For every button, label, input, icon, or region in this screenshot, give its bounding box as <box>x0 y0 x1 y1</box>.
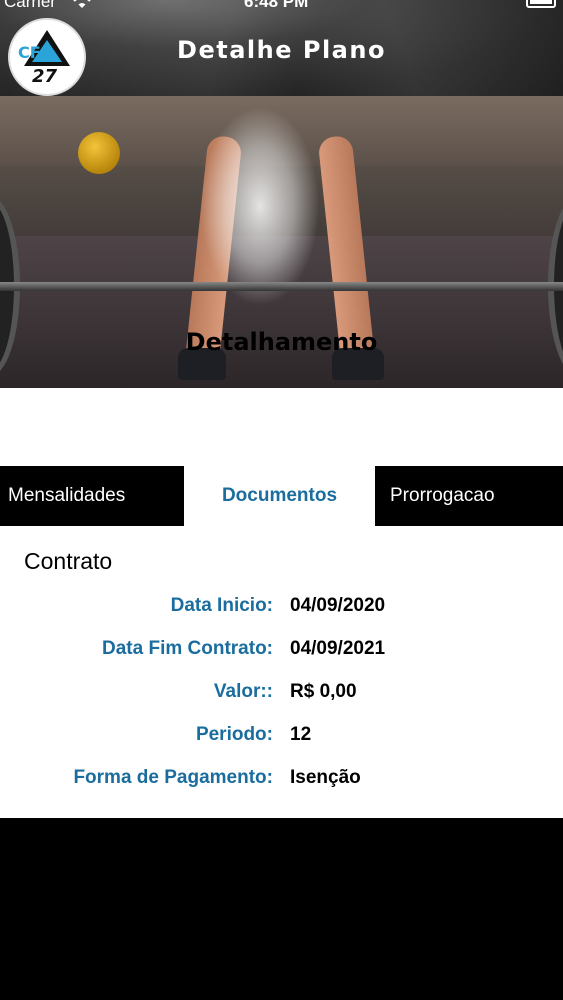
field-label: Periodo: <box>195 724 273 745</box>
tab-bar: Mensalidades Documentos Prorrogacao <box>0 466 563 526</box>
field-value: 04/09/2021 <box>290 638 386 659</box>
status-bar: Carrier 6:48 PM <box>0 0 563 14</box>
field-label: Data Inicio: <box>170 595 273 616</box>
contract-title: Contrato <box>24 548 113 574</box>
hero-caption: Detalhamento <box>185 328 378 356</box>
screen: CF 27 Detalhe Plano Carrier 6:48 PM Deta… <box>0 0 563 1000</box>
field-label: Forma de Pagamento: <box>73 767 273 788</box>
field-value: Isenção <box>290 767 361 788</box>
tab-mensalidades[interactable]: Mensalidades <box>0 466 184 526</box>
header: CF 27 Detalhe Plano <box>0 0 563 96</box>
row-periodo: Periodo: 12 <box>0 724 563 752</box>
field-value: R$ 0,00 <box>290 681 357 702</box>
spacer <box>0 388 563 466</box>
page-title: Detalhe Plano <box>177 36 386 64</box>
row-data-fim-contrato: Data Fim Contrato: 04/09/2021 <box>0 638 563 666</box>
field-value: 04/09/2020 <box>290 595 386 616</box>
field-value: 12 <box>290 724 312 745</box>
field-label: Data Fim Contrato: <box>102 638 273 659</box>
wifi-icon <box>73 0 91 8</box>
row-data-inicio: Data Inicio: 04/09/2020 <box>0 595 563 623</box>
tab-prorrogacao[interactable]: Prorrogacao <box>375 466 563 526</box>
status-time: 6:48 PM <box>244 0 309 11</box>
medicine-ball <box>78 132 120 174</box>
barbell <box>0 282 563 291</box>
svg-text:27: 27 <box>32 66 58 87</box>
battery-icon <box>526 0 556 8</box>
row-forma-pagamento: Forma de Pagamento: Isenção <box>0 767 563 795</box>
carrier-label: Carrier <box>4 0 56 11</box>
tab-documentos[interactable]: Documentos <box>184 466 375 526</box>
field-label: Valor:: <box>213 681 273 702</box>
row-valor: Valor:: R$ 0,00 <box>0 681 563 709</box>
chalk-cloud <box>200 106 320 306</box>
hero-image: Detalhamento <box>0 96 563 388</box>
contract-panel: Contrato Data Inicio: 04/09/2020 Data Fi… <box>0 526 563 818</box>
